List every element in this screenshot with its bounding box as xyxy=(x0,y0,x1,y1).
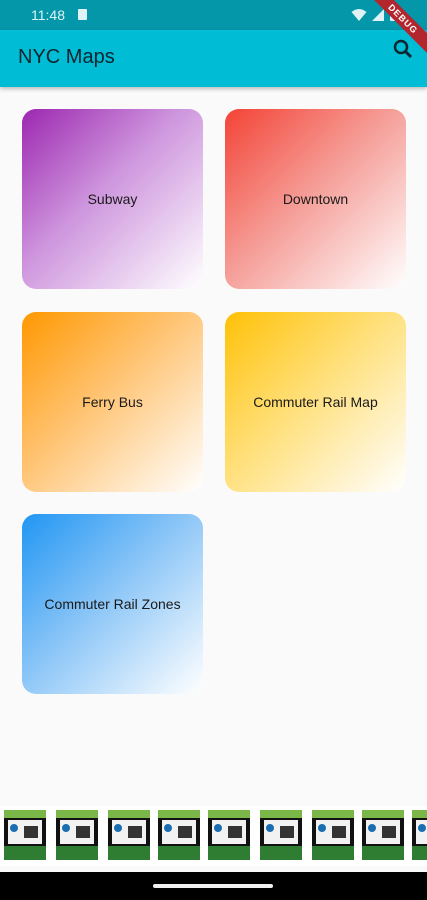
tile-ferry-bus[interactable]: Ferry Bus xyxy=(22,312,203,492)
ad-product-image[interactable] xyxy=(312,810,354,860)
status-time: 11:48 xyxy=(31,7,65,23)
home-gesture-handle[interactable] xyxy=(153,884,273,888)
tile-subway[interactable]: Subway xyxy=(22,109,203,289)
signal-icon xyxy=(372,9,384,21)
tile-label: Ferry Bus xyxy=(82,394,143,410)
search-icon[interactable] xyxy=(393,39,413,59)
ad-product-image[interactable] xyxy=(412,810,427,860)
app-title: NYC Maps xyxy=(18,46,115,68)
ad-product-image[interactable] xyxy=(56,810,98,860)
tile-label: Subway xyxy=(87,191,138,207)
ad-banner[interactable] xyxy=(0,806,427,866)
tile-commuter-rail-map[interactable]: Commuter Rail Map xyxy=(225,312,406,492)
tile-downtown[interactable]: Downtown xyxy=(225,109,406,289)
tile-label: Downtown xyxy=(282,191,349,207)
ad-product-image[interactable] xyxy=(158,810,200,860)
tile-label: Commuter Rail Map xyxy=(253,394,378,410)
tile-label: Commuter Rail Zones xyxy=(44,596,181,612)
ad-product-image[interactable] xyxy=(108,810,150,860)
ad-product-image[interactable] xyxy=(362,810,404,860)
ad-product-image[interactable] xyxy=(260,810,302,860)
ad-product-image[interactable] xyxy=(4,810,46,860)
tile-commuter-rail-zones[interactable]: Commuter Rail Zones xyxy=(22,514,203,694)
sd-card-icon xyxy=(78,9,87,20)
system-nav-bar xyxy=(0,872,427,900)
app-bar: NYC Maps xyxy=(0,30,427,87)
wifi-icon xyxy=(351,9,367,21)
ad-product-image[interactable] xyxy=(208,810,250,860)
status-bar: 11:48 xyxy=(0,0,427,30)
